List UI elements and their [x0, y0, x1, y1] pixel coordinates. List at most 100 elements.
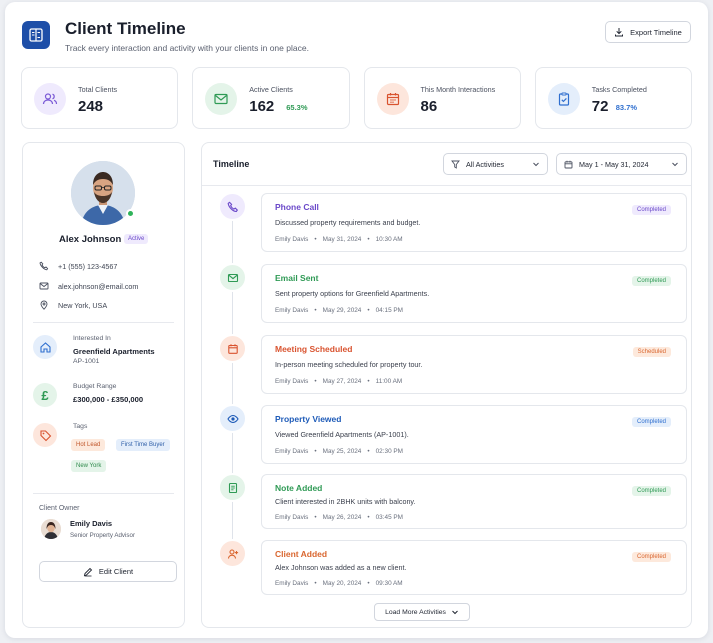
tag-chip[interactable]: Hot Lead	[71, 439, 106, 451]
event-date: May 29, 2024	[322, 307, 362, 314]
status-badge: Active	[124, 234, 149, 244]
event-agent: Emily Davis	[275, 378, 309, 385]
phone-icon	[39, 261, 49, 271]
event-title: Client Added	[275, 549, 328, 559]
timeline-event[interactable]: Email Sent Sent property options for Gre…	[261, 264, 687, 323]
contact-phone[interactable]: +1 (555) 123-4567	[39, 260, 117, 272]
export-timeline-button[interactable]: Export Timeline	[605, 21, 691, 43]
download-icon	[614, 27, 624, 37]
event-agent: Emily Davis	[275, 514, 309, 521]
eye-icon	[218, 404, 247, 433]
timeline-event[interactable]: Note Added Client interested in 2BHK uni…	[261, 474, 687, 529]
mail-icon	[218, 263, 247, 292]
tag-chip[interactable]: New York	[71, 460, 107, 472]
event-agent: Emily Davis	[275, 307, 309, 314]
timeline-connector-line	[232, 205, 233, 565]
interested-value: Greenfield Apartments	[73, 347, 155, 356]
timeline-event[interactable]: Meeting Scheduled In-person meeting sche…	[261, 335, 687, 394]
tag-icon	[33, 423, 57, 447]
phone-text: +1 (555) 123-4567	[58, 261, 118, 271]
event-meta: Emily Davis • May 25, 2024 • 02:30 PM	[275, 448, 403, 455]
event-status-badge: Completed	[631, 486, 671, 496]
event-date: May 27, 2024	[322, 378, 362, 385]
event-title: Phone Call	[275, 202, 319, 212]
event-date: May 26, 2024	[322, 514, 362, 521]
home-icon	[33, 335, 57, 359]
event-meta: Emily Davis • May 26, 2024 • 03:45 PM	[275, 514, 403, 521]
stat-card-active-clients: Active Clients 162 65.3%	[192, 67, 350, 129]
budget-label: Budget Range	[73, 383, 117, 390]
stat-label: Tasks Completed	[591, 85, 647, 94]
pound-icon: £	[33, 383, 57, 407]
event-title: Note Added	[275, 483, 323, 493]
pencil-icon	[83, 567, 93, 577]
client-avatar	[71, 161, 135, 225]
event-time: 10:30 AM	[375, 236, 403, 243]
load-more-activities-button[interactable]: Load More Activities	[374, 603, 470, 621]
budget-value: £300,000 - £350,000	[73, 395, 144, 404]
event-status-badge: Completed	[631, 552, 671, 562]
date-range-label: May 1 - May 31, 2024	[579, 159, 649, 169]
calendar-icon	[218, 334, 247, 363]
event-status-badge: Completed	[631, 417, 671, 427]
event-date: May 31, 2024	[322, 236, 362, 243]
owner-name: Emily Davis	[70, 519, 113, 528]
filter-icon	[451, 160, 460, 169]
date-range-picker[interactable]: May 1 - May 31, 2024	[556, 153, 687, 175]
event-description: Alex Johnson was added as a new client.	[275, 563, 407, 572]
contact-email[interactable]: alex.johnson@email.com	[39, 280, 138, 292]
users-icon	[34, 83, 66, 115]
mail-icon	[39, 281, 49, 291]
event-meta: Emily Davis • May 20, 2024 • 09:30 AM	[275, 580, 403, 587]
stat-percent: 83.7%	[615, 103, 638, 112]
email-text: alex.johnson@email.com	[58, 281, 139, 291]
event-description: Viewed Greenfield Apartments (AP-1001).	[275, 430, 409, 439]
location-text: New York, USA	[58, 300, 108, 310]
load-more-label: Load More Activities	[385, 608, 446, 616]
stat-percent: 65.3%	[286, 103, 308, 112]
stat-value: 248	[78, 98, 104, 115]
event-time: 02:30 PM	[375, 448, 403, 455]
divider	[33, 493, 174, 494]
app-window: Client Timeline Track every interaction …	[5, 2, 708, 638]
client-profile-card: Alex Johnson Active +1 (555) 123-4567 al…	[22, 142, 185, 628]
event-title: Meeting Scheduled	[275, 344, 353, 354]
stat-label: Total Clients	[78, 85, 118, 94]
contact-location: New York, USA	[39, 299, 107, 311]
chevron-down-icon	[451, 608, 459, 616]
stat-label: This Month Interactions	[420, 85, 496, 94]
event-title: Property Viewed	[275, 414, 342, 424]
user-plus-icon	[218, 539, 247, 568]
divider	[33, 322, 174, 323]
page-subtitle: Track every interaction and activity wit…	[65, 43, 309, 53]
clipboard-check-icon	[547, 83, 580, 115]
edit-client-label: Edit Client	[98, 567, 134, 576]
timeline-event[interactable]: Property Viewed Viewed Greenfield Apartm…	[261, 405, 687, 464]
map-pin-icon	[39, 300, 49, 310]
page-title: Client Timeline	[65, 19, 186, 38]
stat-value: 86	[420, 98, 438, 115]
event-title: Email Sent	[275, 273, 319, 283]
event-date: May 20, 2024	[322, 580, 362, 587]
stats-row: Total Clients 248 Active Clients 162 65.…	[21, 67, 692, 129]
timeline-event[interactable]: Phone Call Discussed property requiremen…	[261, 193, 687, 252]
phone-icon	[218, 192, 247, 221]
event-date: May 25, 2024	[322, 448, 362, 455]
interested-code: AP-1001	[73, 358, 100, 365]
event-agent: Emily Davis	[275, 448, 309, 455]
stat-card-tasks-completed: Tasks Completed 72 83.7%	[534, 67, 692, 129]
note-icon	[218, 473, 247, 502]
client-owner-title: Client Owner	[39, 505, 80, 512]
activity-filter-dropdown[interactable]: All Activities	[443, 153, 548, 175]
timeline-title: Timeline	[213, 159, 250, 169]
event-agent: Emily Davis	[275, 236, 309, 243]
timeline-event[interactable]: Client Added Alex Johnson was added as a…	[261, 540, 687, 595]
stat-card-total-clients: Total Clients 248	[21, 67, 179, 129]
stat-value: 72	[591, 98, 609, 115]
stat-value: 162	[249, 98, 275, 115]
owner-role: Senior Property Advisor	[70, 532, 135, 539]
tag-chip[interactable]: First Time Buyer	[116, 439, 170, 451]
tags-label: Tags	[73, 423, 88, 430]
mail-icon	[205, 83, 238, 115]
edit-client-button[interactable]: Edit Client	[39, 561, 177, 582]
